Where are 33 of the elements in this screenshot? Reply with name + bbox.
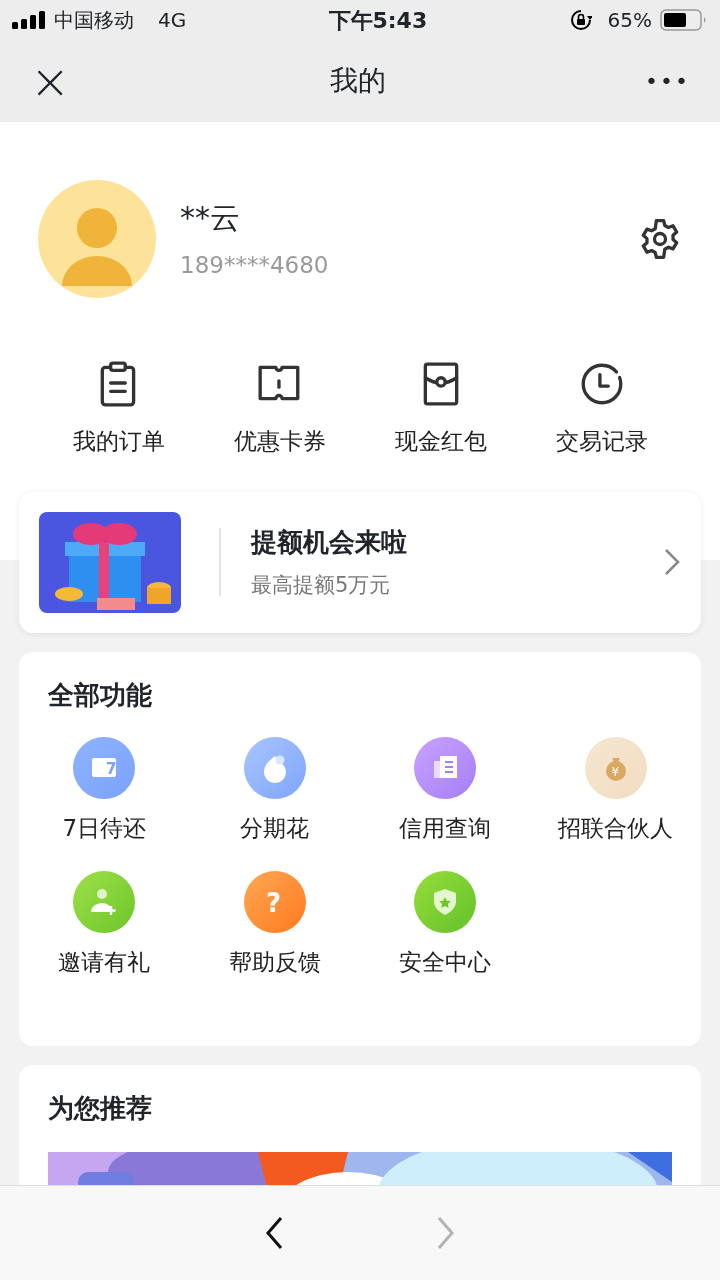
function-item[interactable]: 分期花 xyxy=(189,736,360,845)
function-item[interactable]: 安全中心 xyxy=(360,871,531,980)
function-item[interactable]: ¥ 招联合伙人 xyxy=(530,736,701,845)
quick-action-label[interactable]: 我的订单 xyxy=(72,424,165,459)
quick-action-label[interactable]: 优惠卡券 xyxy=(233,424,326,459)
promo-subtitle: 最高提额5万元 xyxy=(251,571,392,599)
function-item[interactable]: ? 帮助反馈 xyxy=(189,871,360,980)
user-name: **云 xyxy=(180,199,241,238)
network-type: 4G xyxy=(158,7,187,34)
function-item[interactable]: 邀请有礼 xyxy=(19,871,190,980)
battery-icon xyxy=(660,9,708,31)
carrier-name: 中国移动 xyxy=(54,7,134,34)
money-bag-badge-icon: ¥ xyxy=(584,736,647,799)
promo-card[interactable]: 提额机会来啦 最高提额5万元 xyxy=(19,491,701,633)
function-item[interactable]: 信用查询 xyxy=(360,736,531,845)
battery-percent: 65% xyxy=(607,7,652,34)
quick-action-label[interactable]: 现金红包 xyxy=(394,424,487,459)
function-item[interactable]: 7 7日待还 xyxy=(19,736,190,845)
close-button[interactable]: × xyxy=(30,57,71,105)
status-time: 下午5:43 xyxy=(327,6,429,35)
section-title: 为您推荐 xyxy=(48,1091,153,1125)
back-icon[interactable] xyxy=(264,1215,285,1251)
signal-icon xyxy=(12,11,46,29)
rotation-lock-icon xyxy=(569,9,592,31)
page-title: 我的 xyxy=(329,63,386,99)
help-badge-icon: ? xyxy=(243,871,306,933)
calendar-badge-icon: 7 xyxy=(73,736,136,799)
chevron-right-icon xyxy=(663,547,681,577)
promo-title: 提额机会来啦 xyxy=(251,525,408,559)
more-button[interactable]: ••• xyxy=(645,64,690,98)
phone-number: 189****4680 xyxy=(180,251,330,281)
section-title: 全部功能 xyxy=(48,678,153,712)
quick-action-label[interactable]: 交易记录 xyxy=(555,424,648,459)
